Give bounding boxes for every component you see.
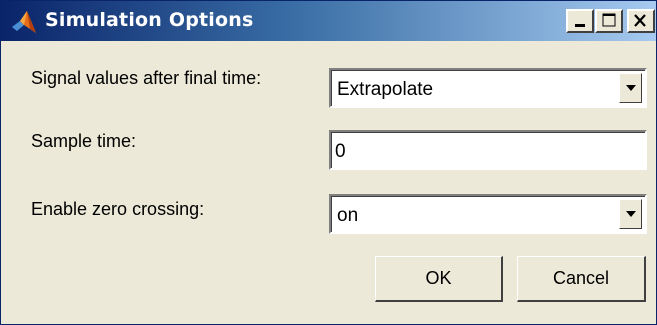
minimize-button[interactable] [566,9,594,33]
sample-time-value: 0 [335,141,346,162]
signal-values-label: Signal values after final time: [31,68,262,88]
title-bar[interactable]: Simulation Options [1,1,656,41]
zero-crossing-dropdown[interactable]: on [329,194,647,234]
signal-values-dropdown-button[interactable] [619,73,642,103]
zero-crossing-selected: on [337,205,359,226]
signal-values-selected: Extrapolate [337,79,434,100]
simulation-options-dialog: Simulation Options Signal values after f… [0,0,657,325]
cancel-button[interactable]: Cancel [517,256,646,302]
maximize-button[interactable] [595,9,623,33]
sample-time-input[interactable]: 0 [329,130,647,170]
window-title: Simulation Options [45,9,254,31]
zero-crossing-label: Enable zero crossing: [31,199,205,219]
ok-button[interactable]: OK [375,256,503,302]
matlab-logo-icon [11,9,37,35]
close-button[interactable] [627,9,655,33]
zero-crossing-dropdown-button[interactable] [619,199,642,229]
sample-time-label: Sample time: [31,131,137,151]
signal-values-dropdown[interactable]: Extrapolate [329,68,647,108]
